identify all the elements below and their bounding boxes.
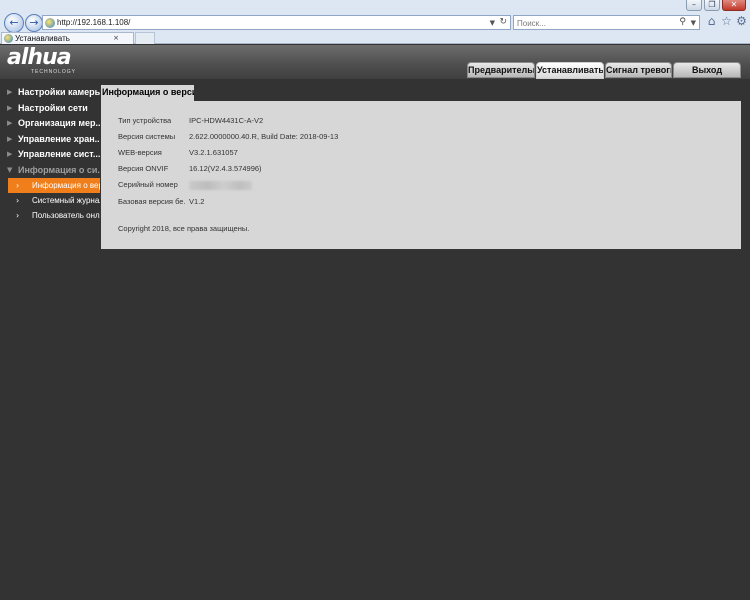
sidebar: ▶ Настройки камеры ▶ Настройки сети ▶ Ор…: [0, 85, 100, 223]
window-controls: – ❐ ✕: [684, 0, 746, 12]
redacted-serial: [189, 181, 252, 190]
info-value: 2.622.0000000.40.R, Build Date: 2018-09-…: [189, 132, 339, 141]
chevron-right-icon: ›: [16, 196, 20, 205]
forward-button[interactable]: →: [25, 14, 43, 32]
sidebar-item-label: Управление сист...: [18, 149, 100, 159]
sidebar-subitem-label: Системный журнал: [32, 196, 100, 205]
info-label: Базовая версия бе...: [118, 197, 186, 206]
version-info-panel: Тип устройства IPC-HDW4431C-A-V2 Версия …: [101, 101, 741, 249]
search-icon[interactable]: ⚲: [679, 16, 686, 29]
sidebar-subitem-version[interactable]: › Информация о версии: [8, 178, 100, 193]
close-window-button[interactable]: ✕: [722, 0, 746, 11]
info-value: IPC-HDW4431C-A-V2: [189, 116, 264, 125]
collapsed-arrow-icon: ▶: [7, 103, 13, 112]
logo-subtext: TECHNOLOGY: [31, 69, 77, 75]
search-bar[interactable]: ⚲ ▼: [513, 15, 700, 30]
info-value: V1.2: [189, 197, 205, 206]
address-bar[interactable]: http://192.168.1.108/ ▼ ↻: [42, 15, 511, 30]
sidebar-item-label: Настройки камеры: [18, 87, 100, 97]
info-label: Тип устройства: [118, 116, 172, 125]
info-value: V3.2.1.631057: [189, 148, 238, 157]
dahua-logo: alhua TECHNOLOGY: [7, 45, 91, 76]
page-title: Информация о версии: [101, 85, 194, 101]
sidebar-item-label: Информация о си...: [18, 164, 100, 175]
sidebar-subitem-log[interactable]: › Системный журнал: [8, 193, 100, 208]
collapsed-arrow-icon: ▶: [7, 150, 13, 158]
sidebar-item-label: Настройки сети: [18, 102, 88, 113]
chevron-right-icon: ›: [16, 211, 20, 220]
tab-close-icon[interactable]: ×: [113, 33, 119, 44]
collapsed-arrow-icon: ▶: [7, 88, 13, 96]
favorites-icon[interactable]: ☆: [720, 14, 733, 28]
sidebar-item-system[interactable]: ▶ Управление сист...: [0, 147, 100, 163]
maximize-button[interactable]: ❐: [704, 0, 720, 11]
sidebar-item-label: Управление хран...: [18, 133, 100, 144]
app-header: alhua TECHNOLOGY Предварительный Устанав…: [0, 45, 750, 79]
browser-tab-title: Устанавливать: [15, 34, 70, 43]
home-icon[interactable]: ⌂: [705, 14, 718, 28]
tab-alarm[interactable]: Сигнал тревоги: [605, 62, 672, 78]
sidebar-item-network-settings[interactable]: ▶ Настройки сети: [0, 101, 100, 117]
sidebar-subitem-label: Информация о версии: [32, 181, 100, 190]
info-label: Серийный номер: [118, 180, 178, 189]
tab-favicon-icon: [4, 34, 13, 43]
refresh-icon[interactable]: ↻: [499, 16, 507, 29]
sidebar-item-storage[interactable]: ▶ Управление хран...: [0, 132, 100, 148]
tab-logout[interactable]: Выход: [673, 62, 741, 78]
info-value: [189, 179, 252, 194]
info-label: Версия системы: [118, 132, 176, 141]
address-dropdown-icon[interactable]: ▼: [490, 17, 495, 29]
back-button[interactable]: ←: [4, 13, 24, 33]
info-label: WEB-версия: [118, 148, 162, 157]
tools-icon[interactable]: ⚙: [735, 14, 748, 28]
sidebar-subitem-label: Пользователь онлайн: [32, 211, 100, 220]
collapsed-arrow-icon: ▶: [7, 119, 13, 127]
minimize-button[interactable]: –: [686, 0, 702, 11]
sidebar-subitem-online-users[interactable]: › Пользователь онлайн: [8, 208, 100, 223]
forward-icon: →: [29, 16, 39, 29]
search-dropdown-icon[interactable]: ▼: [691, 17, 696, 29]
expanded-arrow-icon: ▼: [7, 165, 13, 174]
browser-chrome: – ❐ ✕ ← → http://192.168.1.108/ ▼ ↻ ⚲ ▼ …: [0, 0, 750, 44]
new-tab-button[interactable]: [135, 32, 155, 44]
sidebar-item-system-info[interactable]: ▼ Информация о си...: [0, 163, 100, 179]
info-label: Версия ONVIF: [118, 164, 169, 173]
sidebar-item-label: Организация мер...: [18, 118, 100, 128]
info-value: 16.12(V2.4.3.574996): [189, 164, 262, 173]
search-input[interactable]: [517, 17, 667, 29]
chevron-right-icon: ›: [16, 181, 20, 190]
collapsed-arrow-icon: ▶: [7, 134, 13, 143]
copyright-text: Copyright 2018, все права защищены.: [118, 224, 250, 233]
sidebar-item-events[interactable]: ▶ Организация мер...: [0, 116, 100, 132]
back-icon: ←: [9, 16, 19, 29]
tab-preview[interactable]: Предварительный: [467, 62, 535, 78]
page-favicon-icon: [45, 18, 55, 28]
logo-text: alhua: [7, 45, 72, 70]
address-url[interactable]: http://192.168.1.108/: [57, 17, 130, 29]
sidebar-item-camera-settings[interactable]: ▶ Настройки камеры: [0, 85, 100, 101]
tab-setup[interactable]: Устанавливать: [536, 62, 604, 79]
browser-tab[interactable]: Устанавливать ×: [1, 32, 134, 44]
